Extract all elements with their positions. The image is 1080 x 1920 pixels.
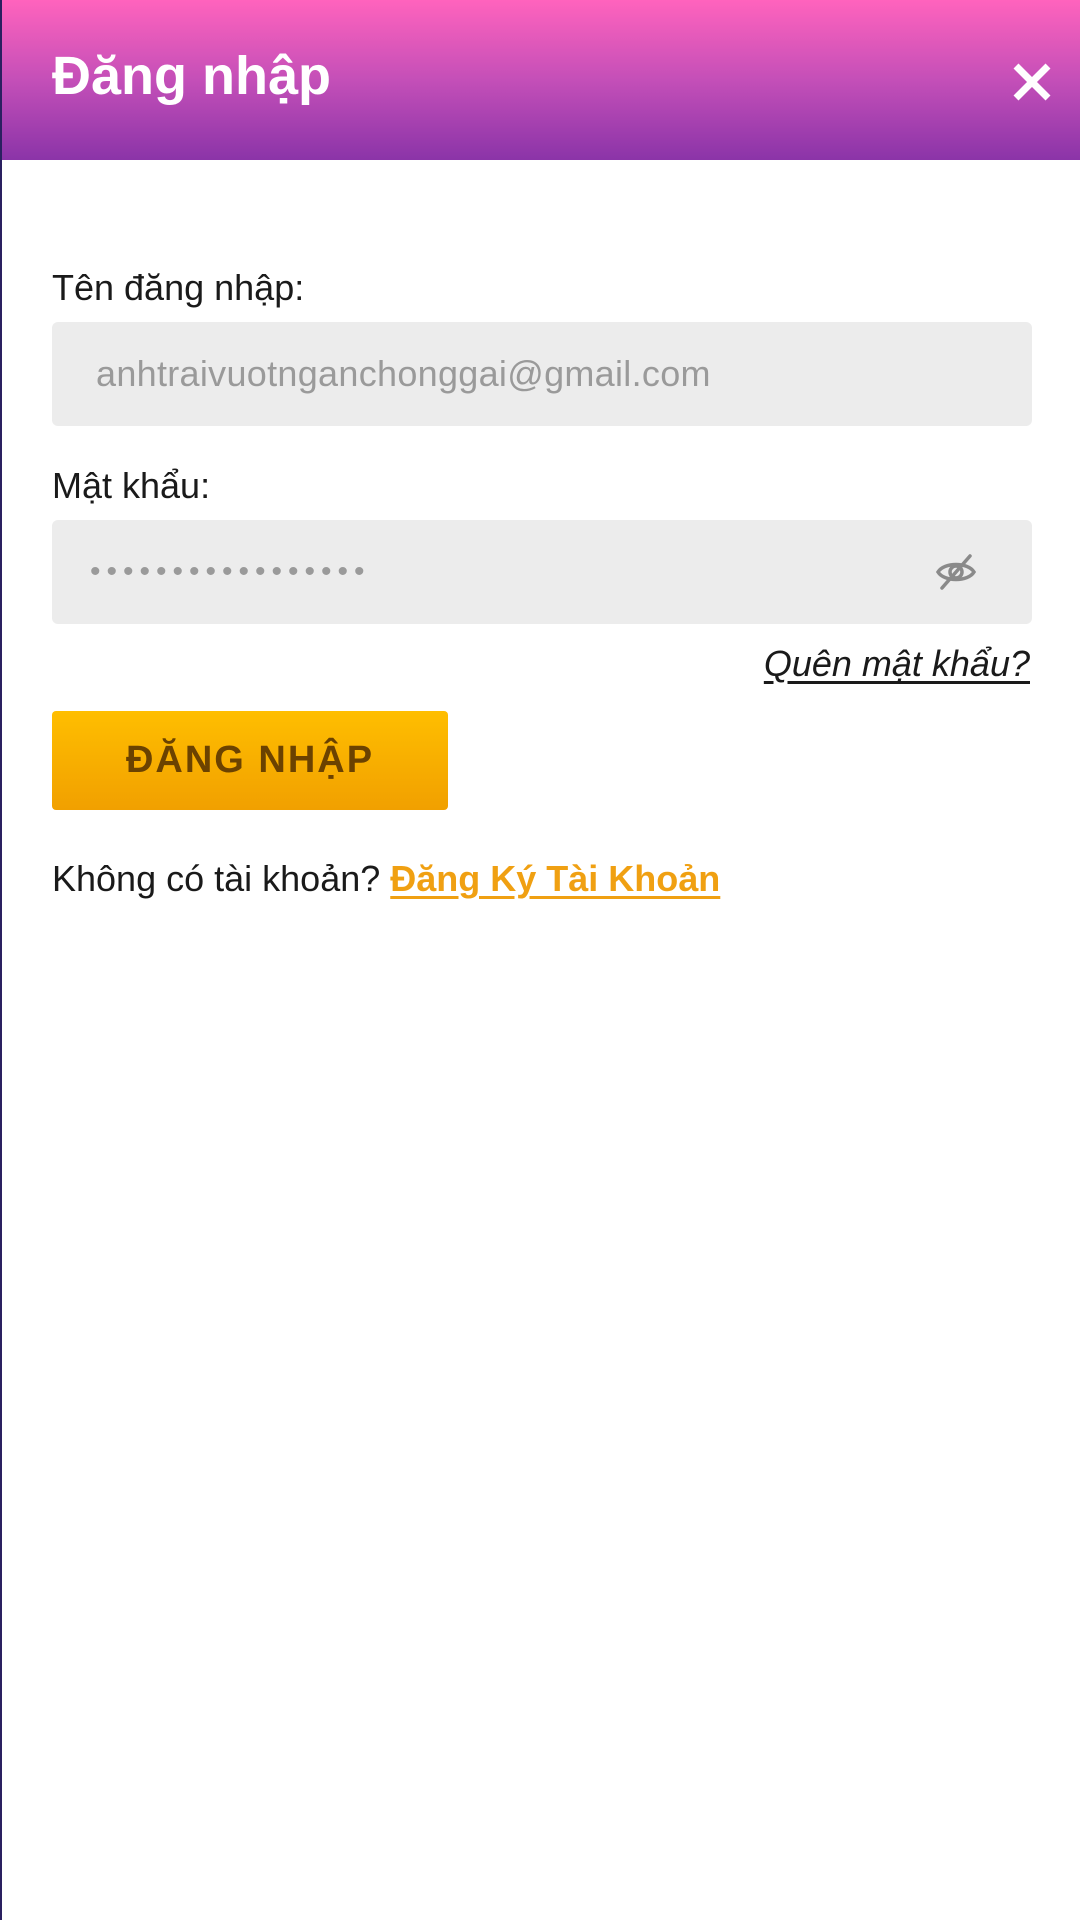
login-button[interactable]: ĐĂNG NHẬP: [52, 711, 448, 810]
password-field[interactable]: •••••••••••••••••: [52, 520, 1032, 624]
login-header: Đăng nhập: [2, 0, 1080, 160]
eye-off-icon: [935, 554, 977, 590]
password-label: Mật khẩu:: [52, 465, 211, 506]
password-value: •••••••••••••••••: [90, 555, 371, 588]
register-row: Không có tài khoản? Đăng Ký Tài Khoản: [52, 852, 720, 906]
page-title: Đăng nhập: [52, 46, 331, 106]
toggle-password-visibility-button[interactable]: [932, 550, 980, 594]
close-icon: [1013, 63, 1051, 101]
close-button[interactable]: [994, 44, 1070, 120]
forgot-password-link[interactable]: Quên mật khẩu?: [764, 640, 1030, 688]
username-value: anhtraivuotnganchonggai@gmail.com: [96, 353, 711, 394]
register-prompt: Không có tài khoản?: [52, 858, 391, 899]
register-link[interactable]: Đăng Ký Tài Khoản: [390, 858, 720, 899]
username-label: Tên đăng nhập:: [52, 267, 305, 308]
username-field[interactable]: anhtraivuotnganchonggai@gmail.com: [52, 322, 1032, 426]
